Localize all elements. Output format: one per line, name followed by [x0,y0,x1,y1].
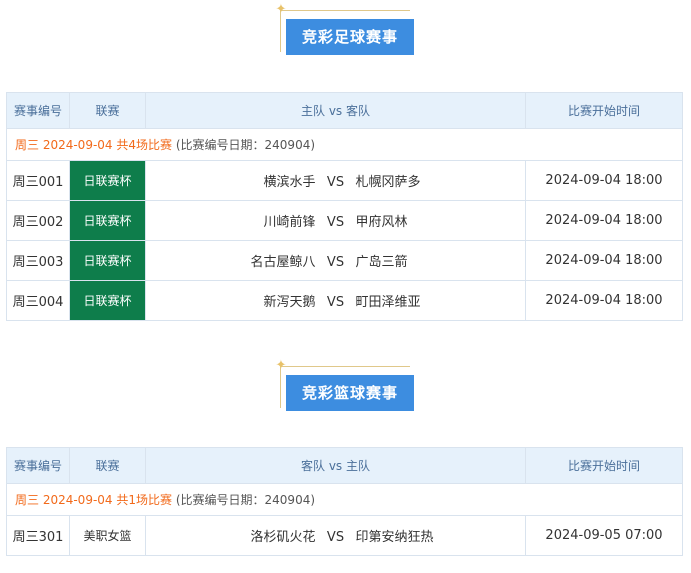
basketball-banner: ✦ 竞彩篮球赛事 [270,358,430,411]
start-time: 2024-09-04 18:00 [525,200,683,241]
vs-label: VS [326,295,345,310]
banner-decoration-line [280,366,410,367]
away-team[interactable]: 洛杉矶火花 [166,526,315,545]
league-label: 美职女篮 [69,515,146,556]
header-teams: 客队 vs 主队 [145,447,526,484]
date-summary: 周三 2024-09-04 共4场比赛 [15,138,173,152]
home-team[interactable]: 横滨水手 [166,171,315,190]
football-match-table: 赛事编号 联赛 主队 vs 客队 比赛开始时间 周三 2024-09-04 共4… [6,92,683,321]
away-team[interactable]: 广岛三箭 [356,251,506,270]
star-icon: ✦ [275,358,287,373]
start-time: 2024-09-04 18:00 [525,240,683,281]
start-time: 2024-09-04 18:00 [525,280,683,321]
header-league: 联赛 [69,92,146,129]
table-row[interactable]: 周三002 日联赛杯 川崎前锋 VS 甲府风林 2024-09-04 18:00 [6,200,683,241]
header-teams: 主队 vs 客队 [145,92,526,129]
league-badge: 日联赛杯 [69,160,146,201]
header-start-time: 比赛开始时间 [525,447,683,484]
start-time: 2024-09-04 18:00 [525,160,683,201]
banner-decoration-line [280,10,410,11]
vs-label: VS [326,215,345,230]
vs-label: VS [326,255,345,270]
match-teams: 横滨水手 VS 札幌冈萨多 [145,160,526,201]
league-badge: 日联赛杯 [69,240,146,281]
match-id: 周三002 [6,200,70,241]
table-header-row: 赛事编号 联赛 主队 vs 客队 比赛开始时间 [6,92,683,129]
away-team[interactable]: 町田泽维亚 [356,291,506,310]
header-match-id: 赛事编号 [6,92,70,129]
star-icon: ✦ [275,2,287,17]
away-team[interactable]: 甲府风林 [356,211,506,230]
basketball-match-table: 赛事编号 联赛 客队 vs 主队 比赛开始时间 周三 2024-09-04 共1… [6,447,683,556]
table-row[interactable]: 周三004 日联赛杯 新泻天鹅 VS 町田泽维亚 2024-09-04 18:00 [6,280,683,321]
table-header-row: 赛事编号 联赛 客队 vs 主队 比赛开始时间 [6,447,683,484]
match-id: 周三003 [6,240,70,281]
table-row[interactable]: 周三003 日联赛杯 名古屋鲸八 VS 广岛三箭 2024-09-04 18:00 [6,240,683,281]
header-match-id: 赛事编号 [6,447,70,484]
basketball-section-title: 竞彩篮球赛事 [286,375,414,411]
table-row[interactable]: 周三301 美职女篮 洛杉矶火花 VS 印第安纳狂热 2024-09-05 07:0… [6,515,683,556]
date-code-note: (比赛编号日期：240904) [175,493,316,507]
away-team[interactable]: 札幌冈萨多 [356,171,506,190]
match-teams: 名古屋鲸八 VS 广岛三箭 [145,240,526,281]
home-team[interactable]: 新泻天鹅 [166,291,315,310]
table-row[interactable]: 周三001 日联赛杯 横滨水手 VS 札幌冈萨多 2024-09-04 18:00 [6,160,683,201]
match-id: 周三301 [6,515,70,556]
league-badge: 日联赛杯 [69,280,146,321]
match-teams: 川崎前锋 VS 甲府风林 [145,200,526,241]
header-start-time: 比赛开始时间 [525,92,683,129]
home-team[interactable]: 印第安纳狂热 [356,526,506,545]
date-summary-row: 周三 2024-09-04 共4场比赛 (比赛编号日期：240904) [6,128,683,161]
match-teams: 洛杉矶火花 VS 印第安纳狂热 [145,515,526,556]
match-id: 周三004 [6,280,70,321]
football-section-title: 竞彩足球赛事 [286,19,414,55]
league-badge: 日联赛杯 [69,200,146,241]
vs-label: VS [326,175,345,190]
match-id: 周三001 [6,160,70,201]
home-team[interactable]: 名古屋鲸八 [166,251,315,270]
date-code-note: (比赛编号日期：240904) [175,138,316,152]
football-banner: ✦ 竞彩足球赛事 [270,2,430,55]
header-league: 联赛 [69,447,146,484]
date-summary-row: 周三 2024-09-04 共1场比赛 (比赛编号日期：240904) [6,483,683,516]
vs-label: VS [326,530,345,545]
date-summary: 周三 2024-09-04 共1场比赛 [15,493,173,507]
home-team[interactable]: 川崎前锋 [166,211,315,230]
match-teams: 新泻天鹅 VS 町田泽维亚 [145,280,526,321]
start-time: 2024-09-05 07:00 [525,515,683,556]
